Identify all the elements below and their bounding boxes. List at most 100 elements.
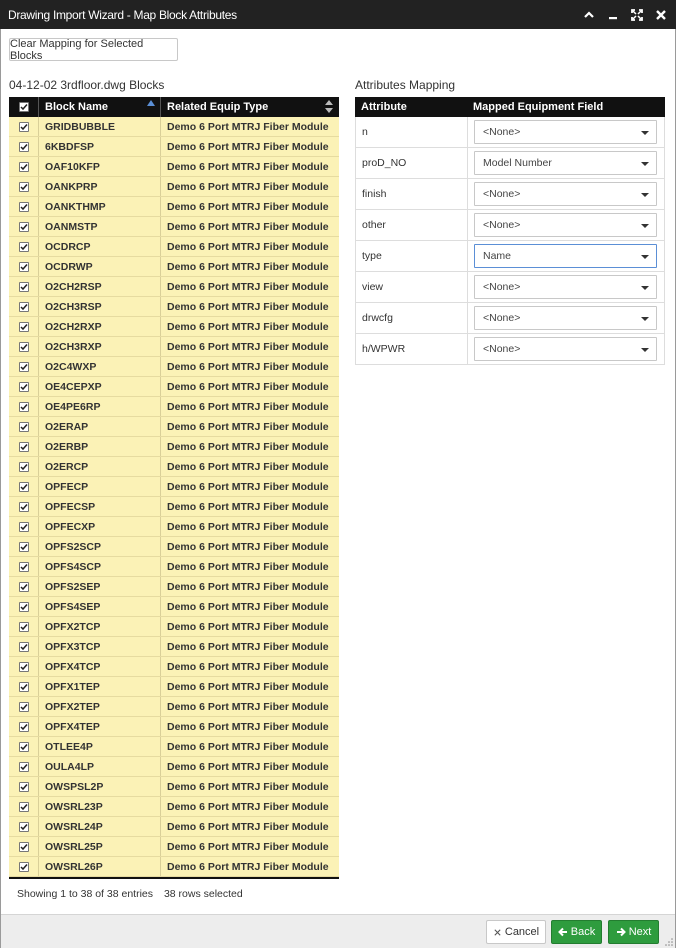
table-row[interactable]: OPFX4TEP Demo 6 Port MTRJ Fiber Module (9, 717, 339, 737)
table-row[interactable]: OWSRL23P Demo 6 Port MTRJ Fiber Module (9, 797, 339, 817)
table-row[interactable]: OANKTHMP Demo 6 Port MTRJ Fiber Module (9, 197, 339, 217)
row-checkbox[interactable] (18, 221, 29, 232)
row-checkbox[interactable] (18, 681, 29, 692)
row-checkbox[interactable] (18, 521, 29, 532)
table-row[interactable]: GRIDBUBBLE Demo 6 Port MTRJ Fiber Module (9, 117, 339, 137)
row-checkbox[interactable] (18, 801, 29, 812)
row-checkbox[interactable] (18, 321, 29, 332)
table-row[interactable]: OANKPRP Demo 6 Port MTRJ Fiber Module (9, 177, 339, 197)
table-row[interactable]: O2ERCP Demo 6 Port MTRJ Fiber Module (9, 457, 339, 477)
close-icon[interactable] (654, 8, 668, 22)
row-checkbox[interactable] (18, 341, 29, 352)
mapped-field-select[interactable]: <None> (474, 182, 657, 206)
attribute-row: view <None> (355, 272, 665, 303)
table-row[interactable]: OPFX2TCP Demo 6 Port MTRJ Fiber Module (9, 617, 339, 637)
row-checkbox[interactable] (18, 721, 29, 732)
minimize-icon[interactable] (606, 8, 620, 22)
row-checkbox[interactable] (18, 441, 29, 452)
table-row[interactable]: OPFECSP Demo 6 Port MTRJ Fiber Module (9, 497, 339, 517)
mapped-field-select[interactable]: Model Number (474, 151, 657, 175)
row-checkbox[interactable] (18, 161, 29, 172)
table-row[interactable]: OPFX2TEP Demo 6 Port MTRJ Fiber Module (9, 697, 339, 717)
row-checkbox[interactable] (18, 141, 29, 152)
row-checkbox[interactable] (18, 821, 29, 832)
table-row[interactable]: OPFS2SCP Demo 6 Port MTRJ Fiber Module (9, 537, 339, 557)
mapped-field-select[interactable]: <None> (474, 275, 657, 299)
mapped-field-select[interactable]: <None> (474, 306, 657, 330)
resize-grip-icon[interactable] (665, 938, 673, 946)
table-row[interactable]: O2ERAP Demo 6 Port MTRJ Fiber Module (9, 417, 339, 437)
table-row[interactable]: O2CH2RSP Demo 6 Port MTRJ Fiber Module (9, 277, 339, 297)
table-row[interactable]: O2CH3RSP Demo 6 Port MTRJ Fiber Module (9, 297, 339, 317)
row-checkbox[interactable] (18, 121, 29, 132)
table-row[interactable]: OWSRL26P Demo 6 Port MTRJ Fiber Module (9, 857, 339, 877)
row-checkbox[interactable] (18, 381, 29, 392)
row-checkbox[interactable] (18, 461, 29, 472)
row-checkbox[interactable] (18, 761, 29, 772)
check-icon (19, 443, 28, 450)
row-checkbox[interactable] (18, 781, 29, 792)
row-checkbox[interactable] (18, 661, 29, 672)
back-button[interactable]: Back (551, 920, 602, 944)
row-checkbox[interactable] (18, 421, 29, 432)
maximize-icon[interactable] (630, 8, 644, 22)
table-row[interactable]: 6KBDFSP Demo 6 Port MTRJ Fiber Module (9, 137, 339, 157)
row-checkbox[interactable] (18, 301, 29, 312)
table-row[interactable]: OPFX4TCP Demo 6 Port MTRJ Fiber Module (9, 657, 339, 677)
row-checkbox[interactable] (18, 861, 29, 872)
mapped-field-select[interactable]: <None> (474, 337, 657, 361)
table-row[interactable]: O2CH2RXP Demo 6 Port MTRJ Fiber Module (9, 317, 339, 337)
table-row[interactable]: OWSPSL2P Demo 6 Port MTRJ Fiber Module (9, 777, 339, 797)
row-checkbox[interactable] (18, 281, 29, 292)
collapse-chevron-up-icon[interactable] (582, 8, 596, 22)
column-header-block-name[interactable]: Block Name (39, 97, 161, 117)
table-row[interactable]: OTLEE4P Demo 6 Port MTRJ Fiber Module (9, 737, 339, 757)
mapped-field-select[interactable]: Name (474, 244, 657, 268)
table-row[interactable]: OE4PE6RP Demo 6 Port MTRJ Fiber Module (9, 397, 339, 417)
table-row[interactable]: O2CH3RXP Demo 6 Port MTRJ Fiber Module (9, 337, 339, 357)
row-checkbox[interactable] (18, 261, 29, 272)
row-checkbox[interactable] (18, 561, 29, 572)
row-checkbox[interactable] (18, 581, 29, 592)
table-row[interactable]: OE4CEPXP Demo 6 Port MTRJ Fiber Module (9, 377, 339, 397)
mapped-field-select[interactable]: <None> (474, 213, 657, 237)
table-row[interactable]: OULA4LP Demo 6 Port MTRJ Fiber Module (9, 757, 339, 777)
table-row[interactable]: OPFECXP Demo 6 Port MTRJ Fiber Module (9, 517, 339, 537)
next-button[interactable]: Next (608, 920, 659, 944)
table-row[interactable]: OPFS2SEP Demo 6 Port MTRJ Fiber Module (9, 577, 339, 597)
table-row[interactable]: OPFX3TCP Demo 6 Port MTRJ Fiber Module (9, 637, 339, 657)
table-row[interactable]: OPFS4SCP Demo 6 Port MTRJ Fiber Module (9, 557, 339, 577)
select-all-checkbox[interactable] (18, 102, 29, 112)
row-checkbox[interactable] (18, 481, 29, 492)
table-row[interactable]: OPFECP Demo 6 Port MTRJ Fiber Module (9, 477, 339, 497)
table-row[interactable]: OCDRCP Demo 6 Port MTRJ Fiber Module (9, 237, 339, 257)
table-row[interactable]: OAF10KFP Demo 6 Port MTRJ Fiber Module (9, 157, 339, 177)
table-row[interactable]: O2C4WXP Demo 6 Port MTRJ Fiber Module (9, 357, 339, 377)
table-row[interactable]: OPFX1TEP Demo 6 Port MTRJ Fiber Module (9, 677, 339, 697)
table-row[interactable]: O2ERBP Demo 6 Port MTRJ Fiber Module (9, 437, 339, 457)
row-checkbox[interactable] (18, 841, 29, 852)
row-checkbox[interactable] (18, 241, 29, 252)
row-checkbox[interactable] (18, 621, 29, 632)
row-checkbox[interactable] (18, 501, 29, 512)
attribute-name: finish (356, 179, 468, 209)
row-checkbox[interactable] (18, 601, 29, 612)
table-row[interactable]: OANMSTP Demo 6 Port MTRJ Fiber Module (9, 217, 339, 237)
table-row[interactable]: OCDRWP Demo 6 Port MTRJ Fiber Module (9, 257, 339, 277)
block-name-cell: OPFS4SCP (39, 557, 161, 576)
table-row[interactable]: OPFS4SEP Demo 6 Port MTRJ Fiber Module (9, 597, 339, 617)
column-header-equip-type[interactable]: Related Equip Type (161, 97, 339, 117)
row-checkbox[interactable] (18, 361, 29, 372)
cancel-button[interactable]: Cancel (486, 920, 546, 944)
row-checkbox[interactable] (18, 201, 29, 212)
row-checkbox[interactable] (18, 741, 29, 752)
row-checkbox[interactable] (18, 701, 29, 712)
row-checkbox[interactable] (18, 181, 29, 192)
table-row[interactable]: OWSRL24P Demo 6 Port MTRJ Fiber Module (9, 817, 339, 837)
mapped-field-select[interactable]: <None> (474, 120, 657, 144)
row-checkbox[interactable] (18, 541, 29, 552)
row-checkbox[interactable] (18, 641, 29, 652)
row-checkbox[interactable] (18, 401, 29, 412)
table-row[interactable]: OWSRL25P Demo 6 Port MTRJ Fiber Module (9, 837, 339, 857)
clear-mapping-button[interactable]: Clear Mapping for Selected Blocks (9, 38, 178, 62)
